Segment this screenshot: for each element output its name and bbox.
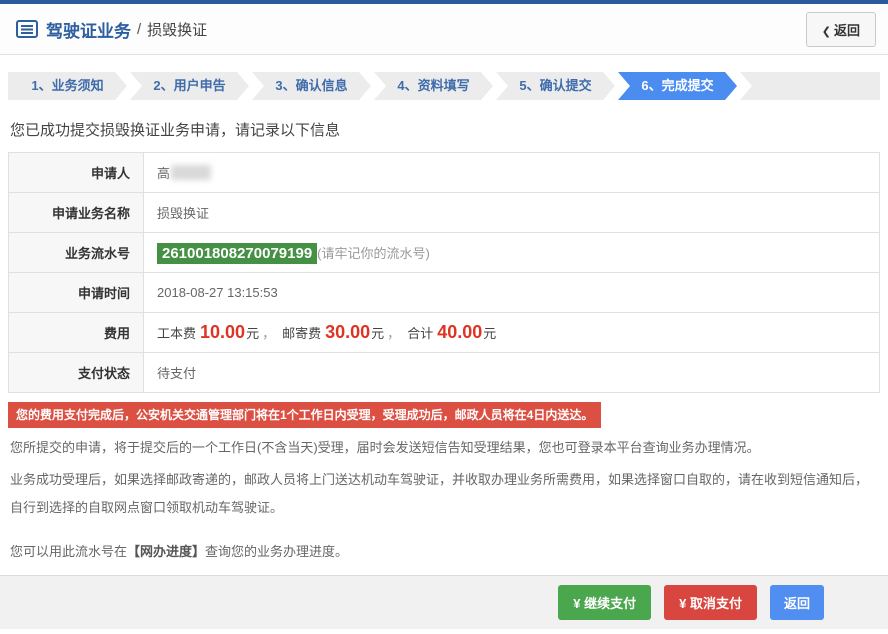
fee-item2-label: 邮寄费: [282, 326, 322, 341]
table-row-serial-number: 业务流水号 261001808270079199 (请牢记你的流水号): [8, 232, 880, 273]
fee-item2-unit: 元: [371, 326, 385, 341]
page-title: 驾驶证业务: [46, 21, 131, 41]
applicant-label: 申请人: [8, 152, 144, 193]
progress-note-prefix: 您可以用此流水号在: [10, 544, 128, 559]
step-2-user-declaration: 2、用户申告: [130, 72, 249, 100]
fee-total-unit: 元: [483, 326, 497, 341]
payment-status-label: 支付状态: [8, 352, 144, 393]
applicant-value: 高: [143, 152, 880, 193]
step-1-business-notice: 1、业务须知: [8, 72, 127, 100]
continue-payment-button[interactable]: ¥ 继续支付: [558, 585, 652, 620]
business-name-label: 申请业务名称: [8, 192, 144, 233]
progress-note: 您可以用此流水号在【网办进度】查询您的业务办理进度。: [10, 538, 880, 566]
table-row-apply-time: 申请时间 2018-08-27 13:15:53: [8, 272, 880, 313]
fee-separator-2: ，: [387, 326, 401, 341]
progress-menu-reference: 【网办进度】: [127, 544, 206, 559]
fee-total-amount: 40.00: [437, 322, 483, 342]
page-subtitle: 损毁换证: [147, 21, 208, 39]
redacted-name: [171, 165, 212, 180]
fee-total-label: 合计: [407, 326, 434, 341]
footer-action-bar: ¥ 继续支付 ¥ 取消支付 返回: [0, 575, 888, 629]
fee-separator-1: ，: [262, 326, 276, 341]
progress-note-suffix: 查询您的业务办理进度。: [205, 544, 349, 559]
table-row-payment-status: 支付状态 待支付: [8, 352, 880, 393]
serial-number-value: 261001808270079199 (请牢记你的流水号): [143, 232, 880, 273]
payment-status-value: 待支付: [143, 352, 880, 393]
info-paragraph-1: 您所提交的申请，将于提交后的一个工作日(不含当天)受理，届时会发送短信告知受理结…: [10, 440, 760, 455]
fee-label: 费用: [8, 312, 144, 353]
back-button-label: 返回: [833, 22, 860, 38]
step-5-confirm-submit: 5、确认提交: [496, 72, 615, 100]
step-wizard: 1、业务须知 2、用户申告 3、确认信息 4、资料填写 5、确认提交 6、完成提…: [8, 72, 880, 100]
table-row-business-name: 申请业务名称 损毁换证: [8, 192, 880, 233]
fee-item1-unit: 元: [246, 326, 260, 341]
fee-value: 工本费 10.00元，邮寄费 30.00元，合计 40.00元: [143, 312, 880, 353]
step-3-confirm-info: 3、确认信息: [252, 72, 371, 100]
step-wizard-filler: [740, 72, 880, 100]
applicant-name: 高: [157, 166, 171, 181]
fee-item1-amount: 10.00: [200, 322, 246, 342]
serial-number-note: (请牢记你的流水号): [317, 246, 430, 261]
step-6-complete-submit: 6、完成提交: [618, 72, 737, 100]
apply-time-label: 申请时间: [8, 272, 144, 313]
step-4-fill-materials: 4、资料填写: [374, 72, 493, 100]
serial-number-badge: 261001808270079199: [157, 243, 318, 264]
document-list-icon: [16, 20, 38, 38]
breadcrumb-separator: /: [137, 20, 142, 38]
table-row-applicant: 申请人 高: [8, 152, 880, 193]
chevron-left-icon: ❮: [821, 25, 831, 38]
table-row-fee: 费用 工本费 10.00元，邮寄费 30.00元，合计 40.00元: [8, 312, 880, 353]
fee-item2-amount: 30.00: [325, 322, 371, 342]
info-paragraph-2: 业务成功受理后，如果选择邮政寄递的，邮政人员将上门送达机动车驾驶证，并收取办理业…: [10, 472, 869, 515]
serial-number-label: 业务流水号: [8, 232, 144, 273]
cancel-payment-button[interactable]: ¥ 取消支付: [664, 585, 757, 620]
success-message: 您已成功提交损毁换证业务申请，请记录以下信息: [10, 122, 341, 139]
return-button[interactable]: 返回: [769, 585, 824, 620]
apply-time-value: 2018-08-27 13:15:53: [143, 272, 880, 313]
back-button[interactable]: ❮ 返回: [805, 11, 876, 47]
business-name-value: 损毁换证: [143, 192, 880, 233]
header: 驾驶证业务 / 损毁换证 ❮ 返回: [0, 4, 888, 55]
fee-item1-label: 工本费: [157, 326, 197, 341]
warning-banner: 您的费用支付完成后，公安机关交通管理部门将在1个工作日内受理，受理成功后，邮政人…: [8, 402, 602, 428]
application-details-table: 申请人 高 申请业务名称 损毁换证 业务流水号 2610018082700791…: [8, 152, 880, 393]
